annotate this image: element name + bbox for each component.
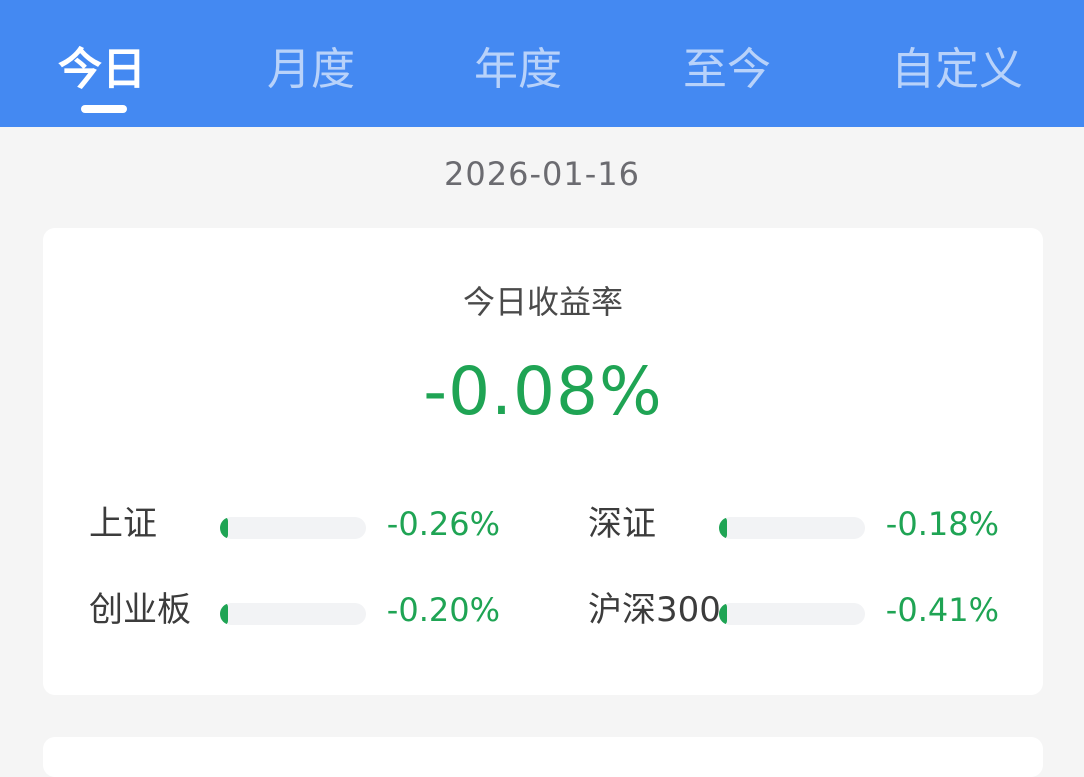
next-card (43, 737, 1043, 777)
return-rate-title: 今日收益率 (462, 283, 623, 321)
index-value-shenzhen: -0.18% (885, 505, 999, 543)
index-name-shenzhen: 深证 (588, 504, 656, 544)
return-summary-card: 今日收益率 -0.08% 上证 -0.26% 深证 -0.18% 创业板 -0.… (43, 228, 1043, 695)
tab-today[interactable]: 今日 (58, 36, 146, 104)
index-value-shanghai: -0.26% (386, 505, 500, 543)
index-name-shanghai: 上证 (89, 504, 157, 544)
index-bar-chinext (220, 603, 366, 625)
tab-monthly[interactable]: 月度 (267, 36, 355, 104)
index-bar-shenzhen (719, 517, 865, 539)
index-value-chinext: -0.20% (386, 591, 500, 629)
index-bar-shanghai (220, 517, 366, 539)
tab-to-date[interactable]: 至今 (683, 36, 771, 104)
date-label: 2026-01-16 (444, 155, 640, 193)
index-bar-csi300 (719, 603, 865, 625)
tab-custom[interactable]: 自定义 (891, 36, 1023, 104)
active-tab-indicator (81, 105, 127, 113)
index-bar-fill-shanghai (220, 517, 228, 539)
period-tab-bar: 今日 月度 年度 至今 自定义 (0, 0, 1084, 127)
index-name-chinext: 创业板 (89, 590, 191, 630)
index-bar-fill-csi300 (719, 603, 727, 625)
return-rate-value: -0.08% (423, 353, 663, 430)
tab-yearly[interactable]: 年度 (474, 36, 562, 104)
index-bar-fill-chinext (220, 603, 228, 625)
index-bar-fill-shenzhen (719, 517, 727, 539)
index-name-csi300: 沪深300 (588, 590, 721, 630)
index-value-csi300: -0.41% (885, 591, 999, 629)
